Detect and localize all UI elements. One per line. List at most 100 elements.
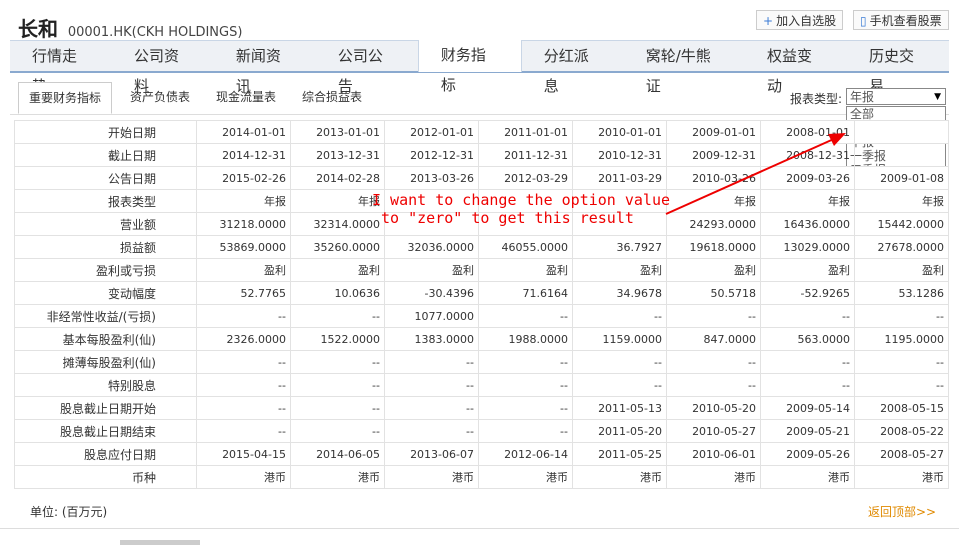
subtab-income-statement[interactable]: 综合损益表 <box>292 82 372 112</box>
table-row: 公告日期 2015-02-26 2014-02-28 2013-03-26 2012-0… <box>14 166 949 190</box>
mobile-view-button[interactable]: ▯ 手机查看股票 <box>853 10 949 30</box>
table-cell: 2010-05-20 <box>666 396 761 420</box>
subtab-cash-flow[interactable]: 现金流量表 <box>206 82 286 112</box>
tab-warrants[interactable]: 窝轮/牛熊证 <box>624 41 745 95</box>
table-row: 股息截止日期开始 -- -- -- -- 2011-05-13 2010-05-20 2009… <box>14 396 949 420</box>
table-cell: -- <box>196 419 291 443</box>
table-cell: 53.1286 <box>854 281 949 305</box>
report-type-label: 报表类型: <box>790 92 843 106</box>
table-cell: 2013-01-01 <box>290 120 385 144</box>
row-label: 股息截止日期结束 <box>14 419 197 443</box>
row-label: 股息截止日期开始 <box>14 396 197 420</box>
stock-title: 长和 00001.HK(CKH HOLDINGS) <box>18 13 242 42</box>
table-cell: 2014-12-31 <box>196 143 291 167</box>
tab-financials[interactable]: 财务指标 <box>417 40 522 94</box>
table-cell: 2015-02-26 <box>196 166 291 190</box>
table-cell: 2009-05-26 <box>760 442 855 466</box>
table-cell: 盈利 <box>572 258 667 282</box>
report-type-select[interactable]: 年报 ▼ <box>846 88 946 105</box>
stock-name: 长和 <box>18 17 58 41</box>
back-to-top-link[interactable]: 返回顶部>> <box>868 503 936 520</box>
table-cell: 2010-12-31 <box>572 143 667 167</box>
table-cell: 2010-01-01 <box>572 120 667 144</box>
table-cell: -- <box>196 396 291 420</box>
table-cell: 71.6164 <box>478 281 573 305</box>
table-cell: 年报 <box>290 189 385 213</box>
table-cell: 52.7765 <box>196 281 291 305</box>
table-cell: 2012-12-31 <box>384 143 479 167</box>
table-cell: 10.0636 <box>290 281 385 305</box>
row-label: 币种 <box>14 465 197 489</box>
tab-market[interactable]: 行情走势 <box>10 41 112 95</box>
tab-announcements[interactable]: 公司公告 <box>316 41 418 95</box>
table-row: 盈利或亏损 盈利 盈利 盈利 盈利 盈利 盈利 盈利 盈利 <box>14 258 949 282</box>
table-cell <box>854 143 949 167</box>
table-cell: 2008-12-31 <box>760 143 855 167</box>
table-cell: 32314.0000 <box>290 212 385 236</box>
table-cell: -- <box>384 396 479 420</box>
table-cell: 2012-03-29 <box>478 166 573 190</box>
row-label: 股息应付日期 <box>14 442 197 466</box>
table-cell: 盈利 <box>384 258 479 282</box>
stock-code: 00001.HK(CKH HOLDINGS) <box>67 25 243 40</box>
table-cell: -- <box>196 304 291 328</box>
table-cell: 盈利 <box>854 258 949 282</box>
table-cell: 563.0000 <box>760 327 855 351</box>
table-cell: 1522.0000 <box>290 327 385 351</box>
tab-equity-changes[interactable]: 权益变动 <box>745 41 847 95</box>
table-cell: 24293.0000 <box>666 212 761 236</box>
chevron-down-icon: ▼ <box>934 92 941 102</box>
table-cell: -- <box>572 373 667 397</box>
select-value: 年报 <box>850 90 875 104</box>
sub-tabs: 重要财务指标 资产负债表 现金流量表 综合损益表 报表类型: <box>10 80 949 115</box>
table-cell: 34.9678 <box>572 281 667 305</box>
table-row: 开始日期 2014-01-01 2013-01-01 2012-01-01 2011-0… <box>14 120 949 144</box>
table-cell: -30.4396 <box>384 281 479 305</box>
table-row: 非经常性收益/(亏损) -- -- 1077.0000 -- -- -- -- -- <box>14 304 949 328</box>
table-cell: 2011-05-20 <box>572 419 667 443</box>
table-cell: 2009-03-26 <box>760 166 855 190</box>
table-cell: 港币 <box>196 465 291 489</box>
table-cell: -52.9265 <box>760 281 855 305</box>
table-cell: 2008-05-22 <box>854 419 949 443</box>
row-label: 报表类型 <box>14 189 197 213</box>
table-cell: -- <box>478 304 573 328</box>
add-watchlist-button[interactable]: + 加入自选股 <box>756 10 844 30</box>
financial-table: 开始日期 2014-01-01 2013-01-01 2012-01-01 2011-0… <box>14 120 949 489</box>
tab-company-info[interactable]: 公司资料 <box>112 41 214 95</box>
main-tabs: 行情走势 公司资料 新闻资讯 公司公告 财务指标 分红派息 窝轮/牛熊证 权益变… <box>10 40 949 95</box>
table-cell: -- <box>290 350 385 374</box>
table-cell: 13029.0000 <box>760 235 855 259</box>
table-cell: -- <box>290 396 385 420</box>
table-row: 币种 港币 港币 港币 港币 港币 港币 港币 港币 <box>14 465 949 489</box>
row-label: 公告日期 <box>14 166 197 190</box>
tab-news[interactable]: 新闻资讯 <box>214 41 316 95</box>
table-cell: 年报 <box>196 189 291 213</box>
table-cell: 2011-01-01 <box>478 120 573 144</box>
option-all[interactable]: 全部 <box>847 107 945 121</box>
table-row: 损益额 53869.0000 35260.0000 32036.0000 46055.0… <box>14 235 949 259</box>
table-cell: 27678.0000 <box>854 235 949 259</box>
row-label: 损益额 <box>14 235 197 259</box>
table-cell: 2013-03-26 <box>384 166 479 190</box>
table-cell: 年报 <box>666 189 761 213</box>
table-cell: 2011-03-29 <box>572 166 667 190</box>
plus-icon: + <box>763 14 774 28</box>
table-cell: -- <box>384 373 479 397</box>
table-cell: -- <box>478 419 573 443</box>
table-cell: -- <box>760 350 855 374</box>
table-row: 摊薄每股盈利(仙) -- -- -- -- -- -- -- -- <box>14 350 949 374</box>
table-cell: 盈利 <box>290 258 385 282</box>
table-row: 特别股息 -- -- -- -- -- -- -- -- <box>14 373 949 397</box>
table-cell: 16436.0000 <box>760 212 855 236</box>
table-cell: -- <box>290 373 385 397</box>
tab-history[interactable]: 历史交易 <box>847 41 949 95</box>
subtab-balance-sheet[interactable]: 资产负债表 <box>120 82 200 112</box>
scrollbar[interactable] <box>120 540 200 545</box>
table-row: 截止日期 2014-12-31 2013-12-31 2012-12-31 2011-1… <box>14 143 949 167</box>
tab-dividends[interactable]: 分红派息 <box>522 41 624 95</box>
table-cell: 1159.0000 <box>572 327 667 351</box>
table-cell: 31218.0000 <box>196 212 291 236</box>
subtab-key-indicators[interactable]: 重要财务指标 <box>18 82 113 114</box>
table-cell: 2014-02-28 <box>290 166 385 190</box>
